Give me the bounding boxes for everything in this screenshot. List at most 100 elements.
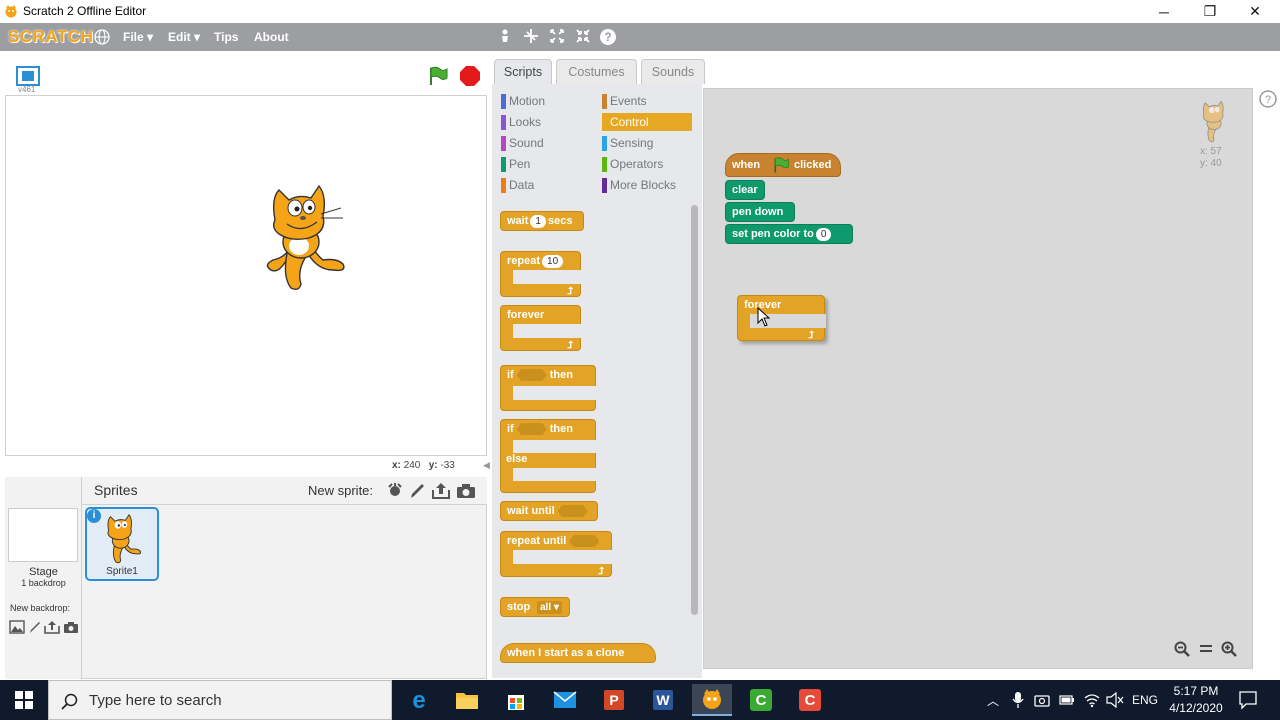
camera-tray-icon[interactable] — [1034, 692, 1050, 708]
wait-value[interactable]: 1 — [530, 215, 546, 228]
minimize-button[interactable]: ─ — [1141, 0, 1187, 23]
wait-block[interactable]: wait 1 secs — [500, 211, 584, 231]
forever-label: forever — [507, 309, 545, 321]
category-sensing[interactable]: Sensing — [602, 134, 694, 152]
scratch-app-taskbar-icon[interactable] — [692, 684, 732, 716]
category-events[interactable]: Events — [602, 92, 694, 110]
new-sprite-label: New sprite: — [308, 483, 374, 498]
scratch-cat-sprite[interactable] — [261, 180, 351, 292]
camera-sprite-icon[interactable] — [456, 483, 476, 499]
paint-sprite-icon[interactable] — [409, 482, 425, 500]
if-then-else-block[interactable]: if then else — [500, 419, 598, 493]
backdrop-library-icon[interactable] — [9, 620, 25, 634]
category-data[interactable]: Data — [501, 176, 593, 194]
repeat-until-block[interactable]: repeat until ⮥ — [500, 531, 613, 577]
loop-arrow-icon: ⮥ — [808, 330, 814, 341]
taskbar-search-box[interactable]: Type here to search — [48, 680, 392, 720]
close-button[interactable]: ✕ — [1232, 0, 1278, 23]
file-explorer-app-icon[interactable] — [447, 684, 487, 716]
stage-canvas[interactable] — [5, 95, 487, 456]
stage-thumbnail[interactable] — [8, 508, 78, 562]
forever-block-dragging[interactable]: forever ⮥ — [737, 295, 826, 341]
menu-about[interactable]: About — [254, 30, 289, 44]
category-operators[interactable]: Operators — [602, 155, 694, 173]
category-control[interactable]: Control — [602, 113, 692, 131]
menu-tips[interactable]: Tips — [214, 30, 238, 44]
condition-slot[interactable] — [516, 423, 547, 436]
cut-icon[interactable] — [522, 28, 540, 46]
category-sound[interactable]: Sound — [501, 134, 593, 152]
category-more-blocks[interactable]: More Blocks — [602, 176, 694, 194]
stop-dropdown[interactable]: all ▾ — [537, 601, 562, 614]
wait-until-block[interactable]: wait until — [500, 501, 598, 521]
condition-slot[interactable] — [569, 535, 600, 548]
condition-slot[interactable] — [516, 369, 547, 382]
presentation-mode-icon[interactable] — [15, 65, 41, 87]
clock-time[interactable]: 5:17 PM — [1166, 684, 1226, 698]
mail-app-icon[interactable] — [545, 684, 585, 716]
shrink-icon[interactable] — [574, 28, 592, 46]
help-icon[interactable]: ? — [599, 28, 617, 46]
category-looks-label: Looks — [509, 115, 542, 129]
category-motion[interactable]: Motion — [501, 92, 593, 110]
grow-icon[interactable] — [548, 28, 566, 46]
language-indicator[interactable]: ENG — [1132, 693, 1158, 707]
camera-backdrop-icon[interactable] — [63, 621, 79, 634]
tab-sounds[interactable]: Sounds — [641, 59, 705, 84]
paint-backdrop-icon[interactable] — [28, 620, 42, 634]
camtasia-recorder-app-icon[interactable]: C — [790, 684, 830, 716]
powerpoint-app-icon[interactable]: P — [594, 684, 634, 716]
zoom-in-icon[interactable] — [1221, 641, 1237, 657]
tab-costumes[interactable]: Costumes — [556, 59, 637, 84]
category-looks[interactable]: Looks — [501, 113, 593, 131]
wait-until-label: wait until — [507, 505, 555, 517]
start-button[interactable] — [0, 680, 48, 720]
green-flag-icon[interactable] — [427, 65, 449, 87]
pen-color-value[interactable]: 0 — [815, 228, 832, 241]
edge-app-icon[interactable]: e — [399, 684, 439, 716]
when-i-start-as-clone-block[interactable]: when I start as a clone — [500, 643, 656, 663]
stop-sign-icon[interactable] — [459, 65, 481, 87]
show-hidden-icons-chevron-icon[interactable]: ︿ — [987, 692, 999, 709]
word-app-icon[interactable]: W — [643, 684, 683, 716]
clock-date[interactable]: 4/12/2020 — [1166, 701, 1226, 715]
repeat-block[interactable]: repeat 10 ⮥ — [500, 251, 583, 297]
microphone-icon[interactable] — [1012, 692, 1024, 708]
upload-backdrop-icon[interactable] — [44, 620, 60, 634]
collapse-stage-icon[interactable]: ◀ — [483, 460, 491, 472]
set-pen-color-label: set pen color to — [732, 228, 814, 240]
maximize-button[interactable]: ❐ — [1187, 0, 1233, 23]
battery-icon[interactable] — [1059, 694, 1075, 706]
repeat-value[interactable]: 10 — [542, 255, 564, 268]
stage-coords: x: 240 y: -33 — [392, 460, 455, 471]
when-flag-clicked-block[interactable]: when clicked — [725, 153, 841, 177]
menu-file[interactable]: File ▾ — [123, 30, 153, 44]
if-then-block[interactable]: if then — [500, 365, 598, 411]
pen-down-block[interactable]: pen down — [725, 202, 795, 222]
upload-sprite-icon[interactable] — [431, 482, 451, 500]
set-pen-color-block[interactable]: set pen color to 0 — [725, 224, 853, 244]
menu-edit[interactable]: Edit ▾ — [168, 30, 200, 44]
forever-block[interactable]: forever ⮥ — [500, 305, 583, 351]
wifi-icon[interactable] — [1084, 692, 1100, 708]
sprite1-thumbnail[interactable]: i Sprite1 — [85, 507, 159, 581]
store-app-icon[interactable] — [496, 684, 536, 716]
scratch-logo[interactable]: SCRATCH — [8, 27, 93, 47]
tab-scripts[interactable]: Scripts — [494, 59, 552, 84]
camtasia-app-icon[interactable]: C — [741, 684, 781, 716]
category-pen[interactable]: Pen — [501, 155, 593, 173]
globe-icon[interactable] — [93, 28, 111, 46]
palette-scrollbar[interactable] — [691, 205, 698, 615]
svg-text:C: C — [805, 692, 816, 709]
stage-column: Stage 1 backdrop New backdrop: — [5, 477, 82, 679]
condition-slot[interactable] — [557, 505, 588, 518]
duplicate-icon[interactable] — [496, 28, 514, 46]
volume-muted-icon[interactable] — [1106, 691, 1124, 709]
notifications-icon[interactable] — [1238, 690, 1258, 710]
help-side-icon[interactable]: ? — [1258, 89, 1278, 109]
zoom-out-icon[interactable] — [1174, 641, 1190, 657]
clear-block[interactable]: clear — [725, 180, 765, 200]
sprite-library-icon[interactable] — [386, 482, 404, 500]
zoom-reset-icon[interactable] — [1198, 641, 1214, 657]
stop-block[interactable]: stop all ▾ — [500, 597, 570, 617]
